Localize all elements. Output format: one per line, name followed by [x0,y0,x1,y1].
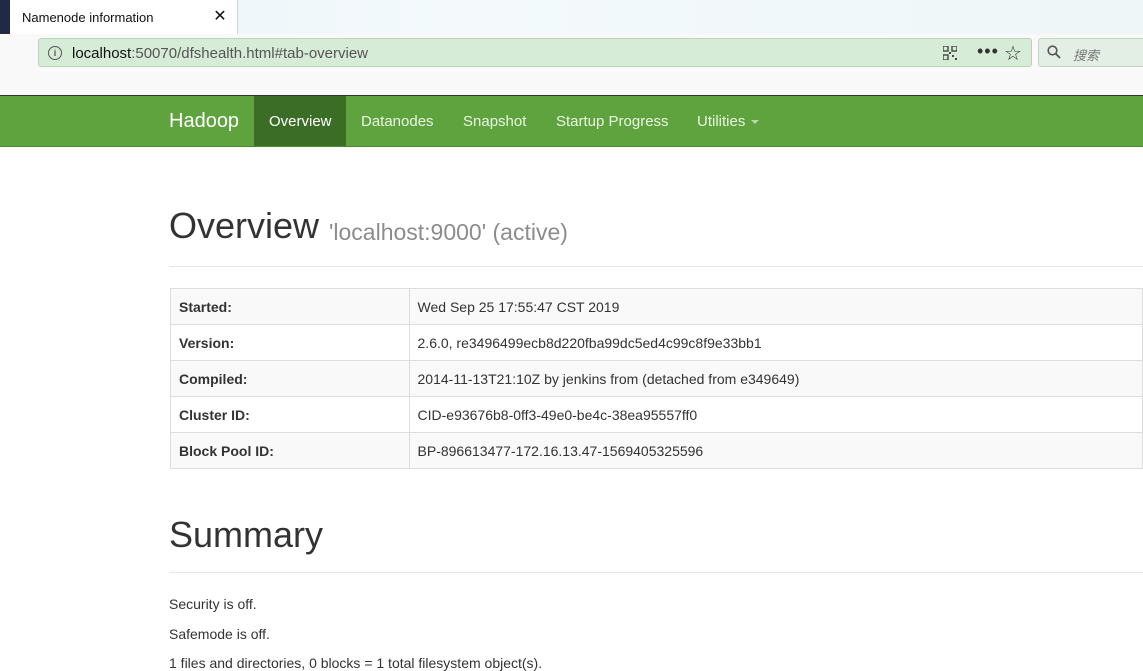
browser-tab[interactable]: Namenode information ✕ [10,0,238,34]
nav-utilities[interactable]: Utilities [682,96,774,146]
summary-title: Summary [169,514,324,555]
row-key: Version: [170,324,410,361]
row-value: BP-896613477-172.16.13.47-1569405325596 [408,432,1143,469]
row-value: 2.6.0, re3496499ecb8d220fba99dc5ed4c99c8… [408,324,1143,361]
row-key: Block Pool ID: [170,432,410,469]
row-key: Started: [170,288,410,325]
table-row: Compiled: 2014-11-13T21:10Z by jenkins f… [170,360,1143,397]
search-bar[interactable]: 搜索 [1038,38,1143,67]
filesystem-object-count: 1 files and directories, 0 blocks = 1 to… [169,655,543,671]
tab-strip-edge [0,0,10,34]
address-bar[interactable]: i localhost:50070/dfshealth.html#tab-ove… [38,38,1032,67]
table-row: Block Pool ID: BP-896613477-172.16.13.47… [170,432,1143,469]
search-icon [1047,45,1061,59]
close-icon[interactable]: ✕ [211,8,229,26]
row-value: Wed Sep 25 17:55:47 CST 2019 [408,288,1143,325]
brand-logo[interactable]: Hadoop [169,110,239,133]
summary-header: Summary [169,508,1143,573]
more-actions-icon[interactable]: ••• [977,41,999,62]
bookmark-star-icon[interactable]: ☆ [1004,41,1022,66]
row-key: Cluster ID: [170,396,410,433]
security-status: Security is off. [169,596,257,612]
chevron-down-icon [751,120,760,125]
browser-toolbar: i localhost:50070/dfshealth.html#tab-ove… [0,34,1143,96]
browser-tab-strip: Namenode information ✕ [0,0,1143,34]
url-text[interactable]: localhost:50070/dfshealth.html#tab-overv… [72,45,368,62]
table-row: Cluster ID: CID-e93676b8-0ff3-49e0-be4c-… [170,396,1143,433]
safemode-status: Safemode is off. [169,626,270,642]
table-row: Version: 2.6.0, re3496499ecb8d220fba99dc… [170,324,1143,361]
page-subtitle: 'localhost:9000' (active) [329,219,568,245]
table-row: Started: Wed Sep 25 17:55:47 CST 2019 [170,288,1143,325]
qr-code-icon[interactable] [943,46,957,60]
overview-table: Started: Wed Sep 25 17:55:47 CST 2019 Ve… [170,288,1143,469]
nav-startup-progress[interactable]: Startup Progress [541,96,684,146]
url-path: :50070/dfshealth.html#tab-overview [131,45,369,62]
row-value: CID-e93676b8-0ff3-49e0-be4c-38ea95557ff0 [408,396,1143,433]
hadoop-navbar: Hadoop Overview Datanodes Snapshot Start… [0,96,1143,147]
overview-header: Overview 'localhost:9000' (active) [169,200,1143,267]
url-host: localhost [72,45,132,62]
info-icon[interactable]: i [48,46,62,60]
nav-utilities-label: Utilities [697,113,746,130]
tab-title: Namenode information [22,10,154,25]
nav-overview[interactable]: Overview [254,96,346,146]
search-placeholder: 搜索 [1073,48,1100,63]
row-value: 2014-11-13T21:10Z by jenkins from (detac… [408,360,1143,397]
page-title: Overview [169,205,320,246]
nav-snapshot[interactable]: Snapshot [448,96,541,146]
nav-datanodes[interactable]: Datanodes [346,96,449,146]
row-key: Compiled: [170,360,410,397]
